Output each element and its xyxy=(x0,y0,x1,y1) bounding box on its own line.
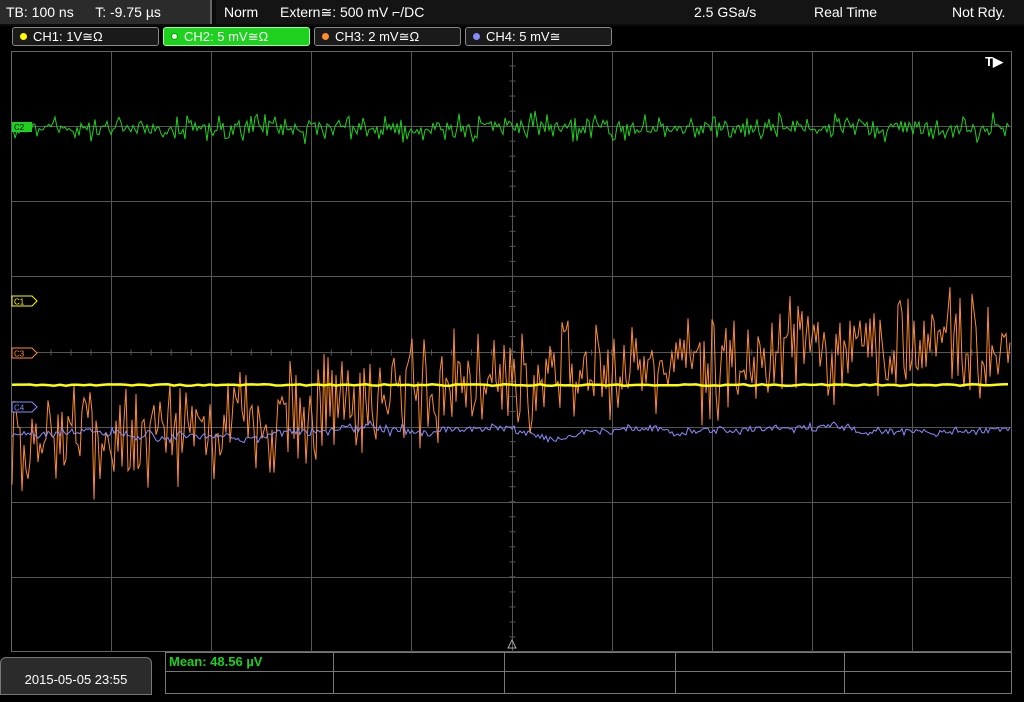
channel-label: CH3: 2 mV≅Ω xyxy=(335,29,420,44)
waveform-display[interactable]: C2 C1 C3 C4 T▶ xyxy=(11,51,1012,652)
measurement-mean: Mean: 48.56 µV xyxy=(169,654,263,669)
ch3-marker-label: C3 xyxy=(14,350,25,359)
ch1-offset-marker[interactable]: C1 xyxy=(11,295,38,307)
datetime-text: 2015-05-05 23:55 xyxy=(24,672,128,687)
channel-label: CH4: 5 mV≅ xyxy=(486,29,561,44)
trigger-position-marker[interactable]: T▶ xyxy=(985,54,1004,69)
ch1-dot-icon xyxy=(20,33,27,40)
ch2-marker-label: C2 xyxy=(14,123,25,132)
ch4-dot-icon xyxy=(473,33,480,40)
acquisition-mode: Real Time xyxy=(814,4,878,20)
ch2-dot-icon xyxy=(171,33,178,40)
acquisition-status: Not Rdy. xyxy=(952,4,1006,20)
sample-rate: 2.5 GSa/s xyxy=(694,4,757,20)
datetime-display: 2015-05-05 23:55 xyxy=(0,657,152,695)
bottom-panel: 2015-05-05 23:55 Mean: 48.56 µV xyxy=(0,652,1024,695)
trigger-time-value: T: -9.75 µs xyxy=(95,4,161,20)
channel-label: CH2: 5 mV≅Ω xyxy=(184,29,269,44)
trigger-mode: Norm xyxy=(224,4,259,20)
trigger-source: Extern≅: 500 mV ⌐/DC xyxy=(280,4,425,20)
ch1-trace xyxy=(11,383,1009,387)
ch1-marker-label: C1 xyxy=(14,298,25,307)
measurement-grid xyxy=(165,652,1012,694)
measurement-table[interactable]: Mean: 48.56 µV xyxy=(165,652,1012,694)
channel-tabs: CH1: 1V≅Ω CH2: 5 mV≅Ω CH3: 2 mV≅Ω CH4: 5… xyxy=(0,27,1024,48)
ch2-offset-marker[interactable]: C2 xyxy=(12,122,32,132)
ch4-offset-marker[interactable]: C4 xyxy=(11,401,38,413)
acquisition-panel[interactable]: Norm Extern≅: 500 mV ⌐/DC 2.5 GSa/s Real… xyxy=(216,0,1024,24)
channel-tab-ch3[interactable]: CH3: 2 mV≅Ω xyxy=(314,27,461,46)
channel-label: CH1: 1V≅Ω xyxy=(33,29,103,44)
ch3-dot-icon xyxy=(322,33,329,40)
channel-tab-ch2[interactable]: CH2: 5 mV≅Ω xyxy=(163,27,310,46)
timebase-panel[interactable]: TB: 100 ns T: -9.75 µs xyxy=(0,0,212,24)
channel-tab-ch1[interactable]: CH1: 1V≅Ω xyxy=(12,27,159,46)
timebase-value: TB: 100 ns xyxy=(6,4,74,20)
channel-tab-ch4[interactable]: CH4: 5 mV≅ xyxy=(465,27,612,46)
ch3-offset-marker[interactable]: C3 xyxy=(11,347,38,359)
ch4-marker-label: C4 xyxy=(14,404,25,413)
top-status-bar: TB: 100 ns T: -9.75 µs Norm Extern≅: 500… xyxy=(0,0,1024,26)
